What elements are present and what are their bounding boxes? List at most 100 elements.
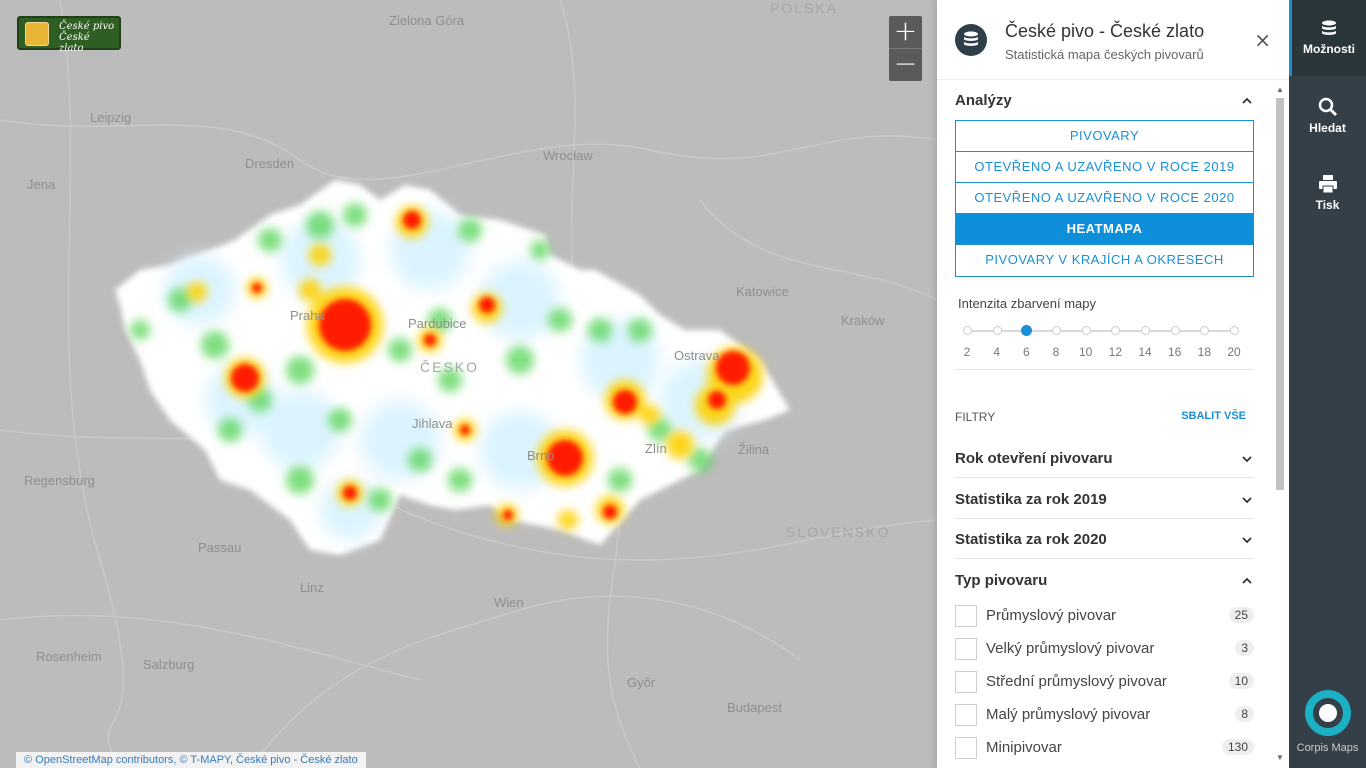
- search-button[interactable]: Hledat: [1289, 77, 1366, 153]
- slider-tick-label: 8: [1052, 345, 1060, 359]
- slider-tick-label: 2: [963, 345, 971, 359]
- base-map: [0, 0, 937, 768]
- panel-scrollbar[interactable]: ▲ ▼: [1274, 84, 1286, 768]
- city-label: Katowice: [736, 284, 789, 299]
- slider-tick[interactable]: [1170, 326, 1180, 335]
- divider: [955, 518, 1254, 519]
- map-attribution[interactable]: © OpenStreetMap contributors, © T-MAPY, …: [16, 752, 366, 768]
- city-label: Ostrava: [674, 348, 720, 363]
- options-label: Možnosti: [1303, 42, 1355, 56]
- count-badge: 3: [1235, 640, 1254, 656]
- search-icon: [1318, 97, 1337, 117]
- slider-tick-label: 18: [1197, 345, 1211, 359]
- filter-section-label: Statistika za rok 2020: [955, 531, 1107, 548]
- slider-tick[interactable]: [992, 326, 1002, 335]
- city-label: Wrocław: [543, 148, 593, 163]
- options-button[interactable]: Možnosti: [1289, 0, 1366, 76]
- chevron-up-icon: [1242, 577, 1252, 584]
- city-label: Kraków: [841, 313, 885, 328]
- city-label: Dresden: [245, 156, 295, 171]
- analysis-list: PIVOVARY OTEVŘENO A UZAVŘENO V ROCE 2019…: [955, 120, 1254, 277]
- slider-tick[interactable]: [1052, 326, 1061, 335]
- chevron-down-icon: [1242, 497, 1252, 504]
- filters-label: FILTRY: [955, 410, 996, 424]
- country-label: ČESKO: [420, 359, 480, 375]
- collapse-all-button[interactable]: SBALIT VŠE: [1181, 410, 1246, 422]
- slider-tick[interactable]: [1200, 326, 1210, 335]
- analysis-kraje-okresy[interactable]: PIVOVARY V KRAJÍCH A OKRESECH: [956, 245, 1253, 276]
- slider-handle[interactable]: [1021, 325, 1033, 336]
- slider-tick-label: 10: [1078, 345, 1093, 359]
- slider-tick-label: 12: [1108, 345, 1122, 359]
- analysis-2019[interactable]: OTEVŘENO A UZAVŘENO V ROCE 2019: [956, 152, 1253, 183]
- country-label: POLSKA: [770, 0, 839, 16]
- type-prumyslovy[interactable]: Průmyslový pivovar 25: [955, 605, 1254, 627]
- panel-header: České pivo - České zlato Statistická map…: [937, 0, 1289, 80]
- close-button[interactable]: ×: [1254, 28, 1271, 52]
- city-label: Regensburg: [24, 473, 95, 488]
- type-velky-prumyslovy[interactable]: Velký průmyslový pivovar 3: [955, 638, 1254, 660]
- type-label: Minipivovar: [986, 739, 1062, 756]
- filter-section-label: Typ pivovaru: [955, 572, 1048, 589]
- filter-statistika-2020[interactable]: Statistika za rok 2020: [955, 531, 1254, 548]
- brand-label: Corpis Maps: [1296, 742, 1359, 754]
- panel-title: České pivo - České zlato: [1005, 21, 1205, 41]
- right-sidebar: Možnosti Hledat Tisk Corpis Maps: [1289, 0, 1366, 768]
- checkbox[interactable]: [955, 737, 977, 759]
- type-label: Průmyslový pivovar: [986, 607, 1117, 624]
- filter-typ-pivovaru[interactable]: Typ pivovaru: [955, 572, 1254, 589]
- analyses-header[interactable]: Analýzy: [955, 92, 1254, 109]
- analysis-2020[interactable]: OTEVŘENO A UZAVŘENO V ROCE 2020: [956, 183, 1253, 214]
- country-label: SLOVENSKO: [786, 524, 891, 540]
- print-icon: [1318, 175, 1337, 194]
- divider: [955, 477, 1254, 478]
- analysis-heatmapa[interactable]: HEATMAPA: [956, 214, 1253, 245]
- city-label: Wien: [494, 595, 524, 610]
- analysis-pivovary[interactable]: PIVOVARY: [956, 121, 1253, 152]
- database-icon: [1322, 20, 1336, 35]
- slider-tick[interactable]: [1111, 326, 1121, 335]
- filter-section-label: Statistika za rok 2019: [955, 491, 1107, 508]
- scroll-thumb[interactable]: [1276, 98, 1284, 490]
- slider-tick[interactable]: [1141, 326, 1150, 335]
- logo-line2: České zlato: [59, 32, 90, 54]
- slider-tick[interactable]: [963, 326, 972, 335]
- checkbox[interactable]: [955, 638, 977, 660]
- scroll-up-icon[interactable]: ▲: [1274, 84, 1286, 96]
- checkbox[interactable]: [955, 704, 977, 726]
- city-label: Rosenheim: [36, 649, 102, 664]
- intensity-slider[interactable]: [963, 325, 1239, 336]
- map-canvas[interactable]: Zielona Góra Leipzig Dresden Wrocław Jen…: [0, 0, 937, 768]
- app-logo[interactable]: České pivo České zlato: [17, 16, 121, 54]
- divider: [955, 558, 1254, 559]
- logo-line1: České pivo: [59, 21, 115, 32]
- type-minipivovar[interactable]: Minipivovar 130: [955, 737, 1254, 759]
- slider-tick[interactable]: [1230, 326, 1239, 335]
- search-label: Hledat: [1309, 121, 1346, 135]
- zoom-out-button[interactable]: −: [889, 48, 922, 80]
- zoom-in-button[interactable]: +: [889, 16, 922, 48]
- city-label: Zielona Góra: [389, 13, 465, 28]
- type-maly-prumyslovy[interactable]: Malý průmyslový pivovar 8: [955, 704, 1254, 726]
- city-label: Budapest: [727, 700, 782, 715]
- city-label: Leipzig: [90, 110, 132, 125]
- checkbox[interactable]: [955, 605, 977, 627]
- print-button[interactable]: Tisk: [1289, 154, 1366, 230]
- slider-tick[interactable]: [1081, 326, 1091, 335]
- city-label: Žilina: [738, 442, 770, 457]
- slider-tick-label: 16: [1167, 345, 1182, 359]
- type-stredni-prumyslovy[interactable]: Střední průmyslový pivovar 10: [955, 671, 1254, 693]
- city-label: Salzburg: [143, 657, 195, 672]
- chevron-down-icon: [1242, 537, 1252, 544]
- scroll-down-icon[interactable]: ▼: [1274, 752, 1286, 764]
- intensity-label: Intenzita zbarvení mapy: [958, 296, 1097, 311]
- slider-tick-label: 14: [1138, 345, 1152, 359]
- filter-rok-otevreni[interactable]: Rok otevření pivovaru: [955, 450, 1254, 467]
- brand[interactable]: Corpis Maps: [1289, 690, 1366, 754]
- checkbox[interactable]: [955, 671, 977, 693]
- analyses-heading: Analýzy: [955, 92, 1012, 109]
- slider-tick-label: 20: [1227, 345, 1241, 359]
- print-label: Tisk: [1315, 198, 1340, 212]
- filter-statistika-2019[interactable]: Statistika za rok 2019: [955, 491, 1254, 508]
- count-badge: 8: [1235, 706, 1254, 722]
